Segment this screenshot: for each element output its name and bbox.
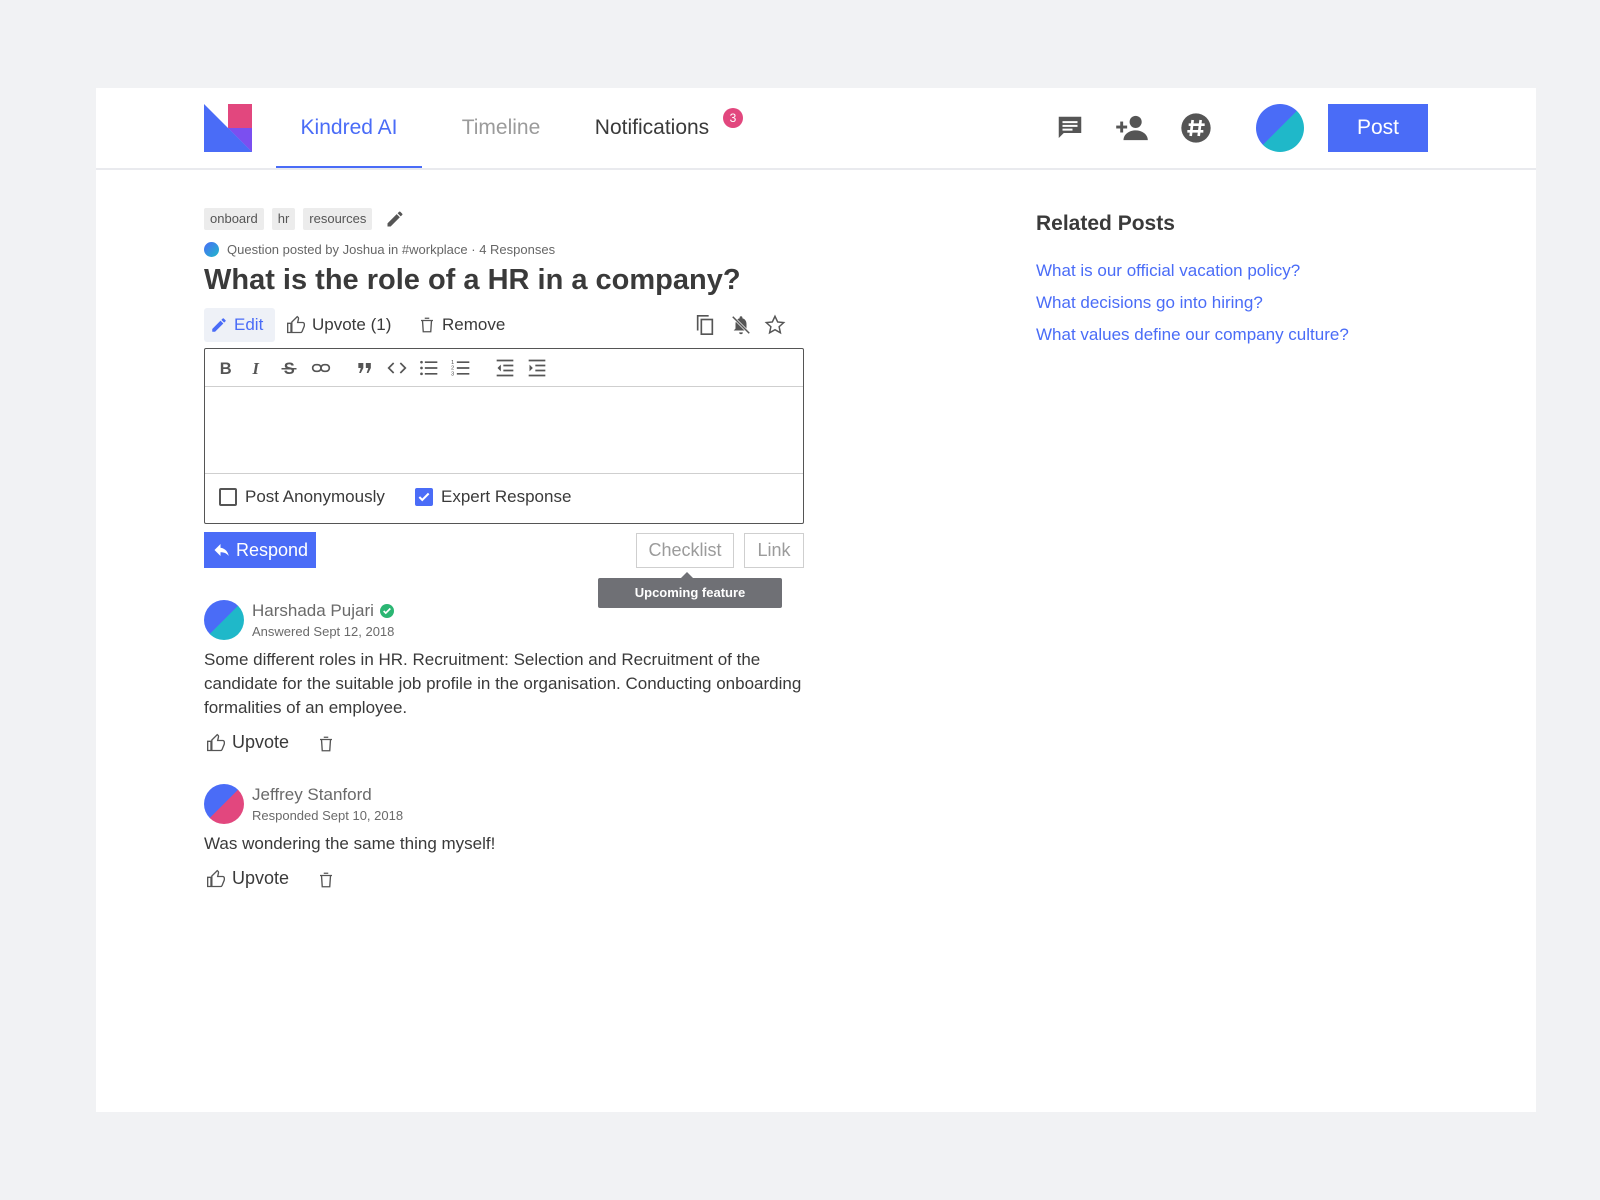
- chat-icon[interactable]: [1052, 110, 1088, 146]
- trash-icon[interactable]: [315, 733, 337, 755]
- related-posts-list: What is our official vacation policy? Wh…: [1036, 260, 1349, 356]
- tab-timeline[interactable]: Timeline: [446, 88, 556, 168]
- related-post-link[interactable]: What values define our company culture?: [1036, 324, 1349, 346]
- tag-hr[interactable]: hr: [271, 208, 296, 230]
- expert-response-option[interactable]: Expert Response: [415, 487, 571, 507]
- post-button[interactable]: Post: [1328, 104, 1428, 152]
- svg-text:3: 3: [451, 372, 454, 378]
- response-item: Harshada Pujari Answered Sept 12, 2018 S…: [204, 600, 804, 760]
- response-date: Answered Sept 12, 2018: [252, 624, 395, 639]
- kindred-logo[interactable]: [204, 104, 252, 152]
- tag-resources[interactable]: resources: [303, 208, 373, 230]
- checkmark-icon: [418, 492, 430, 502]
- copy-icon[interactable]: [692, 312, 718, 338]
- responder-name: Jeffrey Stanford: [252, 785, 372, 805]
- outdent-icon[interactable]: [493, 356, 517, 380]
- response-upvote-button[interactable]: Upvote: [206, 732, 289, 753]
- remove-button[interactable]: Remove: [418, 308, 505, 342]
- respond-label: Respond: [236, 539, 309, 560]
- respond-button[interactable]: Respond: [204, 532, 316, 568]
- avatar[interactable]: [204, 600, 244, 640]
- tag-onboard[interactable]: onboard: [204, 208, 264, 230]
- related-post-link[interactable]: What decisions go into hiring?: [1036, 292, 1349, 314]
- question-meta-text: Question posted by Joshua in #workplace …: [227, 242, 556, 257]
- response-date: Responded Sept 10, 2018: [252, 808, 404, 823]
- tab-kindred-ai[interactable]: Kindred AI: [276, 88, 422, 168]
- response-body: Some different roles in HR. Recruitment:…: [204, 650, 802, 717]
- response-upvote-button[interactable]: Upvote: [206, 868, 289, 889]
- bullet-list-icon[interactable]: [417, 356, 441, 380]
- response-upvote-label: Upvote: [232, 732, 290, 752]
- user-avatar[interactable]: [1256, 104, 1304, 152]
- svg-text:I: I: [252, 359, 260, 377]
- response-textarea[interactable]: [205, 388, 803, 474]
- italic-icon[interactable]: I: [245, 356, 269, 380]
- question-actions: Edit Upvote (1) Remove: [204, 308, 804, 342]
- upvote-label: Upvote (1): [312, 315, 392, 334]
- bold-icon[interactable]: B: [213, 356, 237, 380]
- checklist-button[interactable]: Checklist: [636, 533, 734, 568]
- related-posts-title: Related Posts: [1036, 212, 1175, 235]
- tag-list: onboard hr resources: [204, 208, 406, 230]
- mute-notifications-icon[interactable]: [728, 312, 754, 338]
- response-upvote-label: Upvote: [232, 868, 290, 888]
- author-avatar: [204, 242, 219, 257]
- question-title: What is the role of a HR in a company?: [204, 264, 741, 296]
- pencil-icon: [212, 318, 226, 332]
- response-editor: B I S 123 Post Anonymously Expert Respon…: [204, 348, 804, 524]
- link-button[interactable]: Link: [744, 533, 804, 568]
- add-user-icon[interactable]: [1114, 110, 1150, 146]
- post-anonymously-option[interactable]: Post Anonymously: [219, 487, 385, 507]
- code-icon[interactable]: [385, 356, 409, 380]
- thumbs-up-icon: [287, 315, 305, 334]
- response-item: Jeffrey Stanford Responded Sept 10, 2018…: [204, 784, 804, 904]
- post-anonymously-checkbox[interactable]: [219, 488, 237, 506]
- numbered-list-icon[interactable]: 123: [449, 356, 473, 380]
- trash-icon[interactable]: [315, 869, 337, 891]
- svg-text:B: B: [220, 360, 232, 377]
- responder-name-text[interactable]: Harshada Pujari: [252, 601, 374, 621]
- strikethrough-icon[interactable]: S: [277, 356, 301, 380]
- post-anonymously-label: Post Anonymously: [245, 487, 385, 506]
- upvote-button[interactable]: Upvote (1): [286, 308, 391, 342]
- avatar[interactable]: [204, 784, 244, 824]
- responder-name: Harshada Pujari: [252, 601, 394, 621]
- thumbs-up-icon: [207, 869, 225, 887]
- top-nav: Kindred AI Timeline Notifications 3 Post: [96, 88, 1536, 170]
- tab-notifications[interactable]: Notifications: [582, 88, 722, 168]
- related-post-link[interactable]: What is our official vacation policy?: [1036, 260, 1349, 282]
- reply-arrow-icon: [214, 544, 229, 556]
- question-meta: Question posted by Joshua in #workplace …: [204, 242, 555, 257]
- slack-icon[interactable]: [1178, 110, 1214, 146]
- edit-label: Edit: [234, 315, 264, 334]
- trash-icon: [421, 317, 433, 333]
- notification-count-badge: 3: [723, 108, 743, 128]
- responder-name-text[interactable]: Jeffrey Stanford: [252, 785, 372, 805]
- response-body: Was wondering the same thing myself!: [204, 834, 496, 853]
- edit-button[interactable]: Edit: [204, 308, 275, 342]
- editor-toolbar: B I S 123: [205, 349, 803, 387]
- quote-icon[interactable]: [353, 356, 377, 380]
- link-icon[interactable]: [309, 356, 333, 380]
- star-icon[interactable]: [762, 312, 788, 338]
- edit-tags-pencil-icon[interactable]: [384, 208, 406, 230]
- thumbs-up-icon: [207, 733, 225, 751]
- expert-response-label: Expert Response: [441, 487, 572, 506]
- indent-icon[interactable]: [525, 356, 549, 380]
- remove-label: Remove: [442, 315, 506, 334]
- main-card: Kindred AI Timeline Notifications 3 Post…: [96, 88, 1536, 1112]
- verified-check-icon: [379, 604, 394, 618]
- expert-response-checkbox[interactable]: [415, 488, 433, 506]
